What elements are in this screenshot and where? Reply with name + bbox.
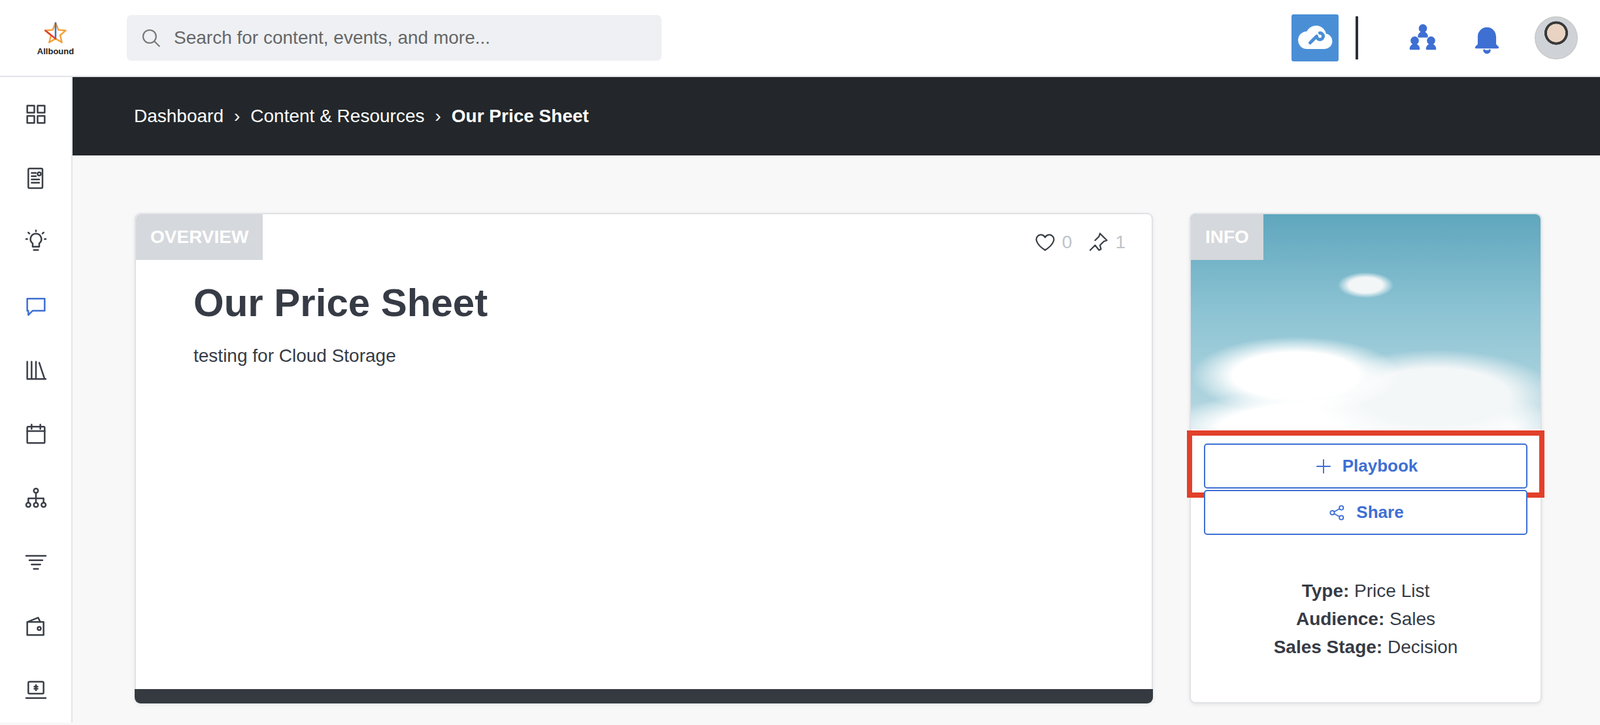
sidebar-icon (22, 677, 50, 704)
breadcrumb-item[interactable]: Content & Resources (250, 102, 425, 131)
content: OVERVIEW01Our Price Sheettesting for Clo… (72, 155, 1600, 704)
pin-icon (1086, 230, 1110, 255)
breadcrumb-separator: › (434, 102, 441, 131)
user-avatar[interactable] (1534, 16, 1578, 60)
sidebar-item[interactable] (0, 530, 72, 595)
tool-group (1291, 14, 1376, 62)
cloud-wrench-icon (1295, 18, 1335, 58)
meta-list: Type: Price ListAudience: SalesSales Sta… (1190, 577, 1541, 662)
sidebar-icon (22, 421, 50, 448)
overview-card: OVERVIEW01Our Price Sheettesting for Clo… (134, 213, 1153, 704)
main: Dashboard › Content & Resources › Our Price … (72, 77, 1600, 723)
meta-label: Audience: (1296, 609, 1385, 630)
meta-value: Price List (1354, 581, 1430, 602)
heart-icon (1033, 230, 1057, 255)
page-title: Our Price Sheet (193, 279, 1095, 327)
meta-label: Sales Stage: (1273, 637, 1384, 658)
breadcrumb-bar: Dashboard › Content & Resources › Our Price … (72, 77, 1600, 156)
stats: 01 (1033, 228, 1126, 257)
bell-icon[interactable] (1470, 21, 1504, 55)
like-count: 0 (1062, 228, 1073, 257)
layout: Dashboard › Content & Resources › Our Price … (0, 77, 1600, 723)
sidebar-item[interactable] (0, 338, 72, 403)
logo[interactable]: Allbound (26, 20, 85, 56)
sidebar-item[interactable] (0, 466, 72, 531)
sidebar-item[interactable] (0, 146, 72, 211)
breadcrumb-separator: › (233, 102, 240, 131)
button-wrap: Share (1198, 490, 1534, 536)
pin-count: 1 (1115, 228, 1126, 257)
meta-row: Type: Price List (1190, 577, 1541, 606)
divider (1355, 16, 1359, 60)
info-card: INFOPlaybookShareType: Price ListAudienc… (1189, 213, 1542, 704)
breadcrumb-item: Our Price Sheet (451, 102, 589, 131)
button-highlight: Playbook (1186, 430, 1545, 499)
meta-label: Type: (1301, 581, 1350, 602)
sidebar (0, 77, 73, 723)
meta-value: Decision (1387, 637, 1458, 658)
description: testing for Cloud Storage (193, 342, 1095, 370)
sidebar-item[interactable] (0, 274, 72, 339)
sidebar-item[interactable] (0, 594, 72, 659)
breadcrumb-item[interactable]: Dashboard (133, 102, 224, 131)
sidebar-icon (22, 613, 50, 640)
cloud-tools-button[interactable] (1291, 14, 1339, 62)
team-icon[interactable] (1406, 21, 1440, 55)
sidebar-item[interactable] (0, 402, 72, 467)
button-wrap: Playbook (1198, 443, 1534, 489)
overview-label: OVERVIEW (135, 214, 263, 261)
meta-value: Sales (1389, 609, 1436, 630)
sidebar-item[interactable] (0, 210, 72, 275)
plus-icon (1313, 456, 1334, 477)
share-icon (1327, 503, 1348, 523)
sidebar-icon (22, 229, 50, 256)
overview-body: Our Price Sheet testing for Cloud Storage (135, 214, 1152, 370)
share-button[interactable]: Share (1203, 490, 1528, 536)
meta-row: Sales Stage: Decision (1190, 633, 1541, 662)
search-input[interactable] (172, 23, 649, 53)
logo-text: Allbound (37, 47, 74, 56)
button-highlight: Share (1186, 484, 1545, 545)
pin-button[interactable]: 1 (1086, 228, 1126, 257)
meta-row: Audience: Sales (1190, 605, 1541, 634)
info-label: INFO (1190, 214, 1264, 261)
sidebar-icon (22, 485, 50, 512)
sidebar-icon (22, 357, 50, 384)
button-label: Playbook (1342, 453, 1419, 480)
search-icon (139, 26, 163, 50)
star-logo-icon (42, 20, 69, 48)
sidebar-icon (22, 101, 50, 128)
top-actions (1291, 14, 1578, 62)
search-box[interactable] (126, 15, 662, 61)
card-footer-bar (134, 689, 1153, 704)
sidebar-icon (22, 293, 50, 320)
button-label: Share (1356, 500, 1404, 526)
sidebar-icon (22, 165, 50, 192)
add-button[interactable]: Playbook (1203, 443, 1528, 489)
like-button[interactable]: 0 (1033, 228, 1073, 257)
sidebar-item[interactable] (0, 82, 72, 147)
sidebar-item[interactable] (0, 658, 72, 723)
top-bar: Allbound (0, 0, 1600, 78)
sidebar-icon (22, 549, 50, 576)
